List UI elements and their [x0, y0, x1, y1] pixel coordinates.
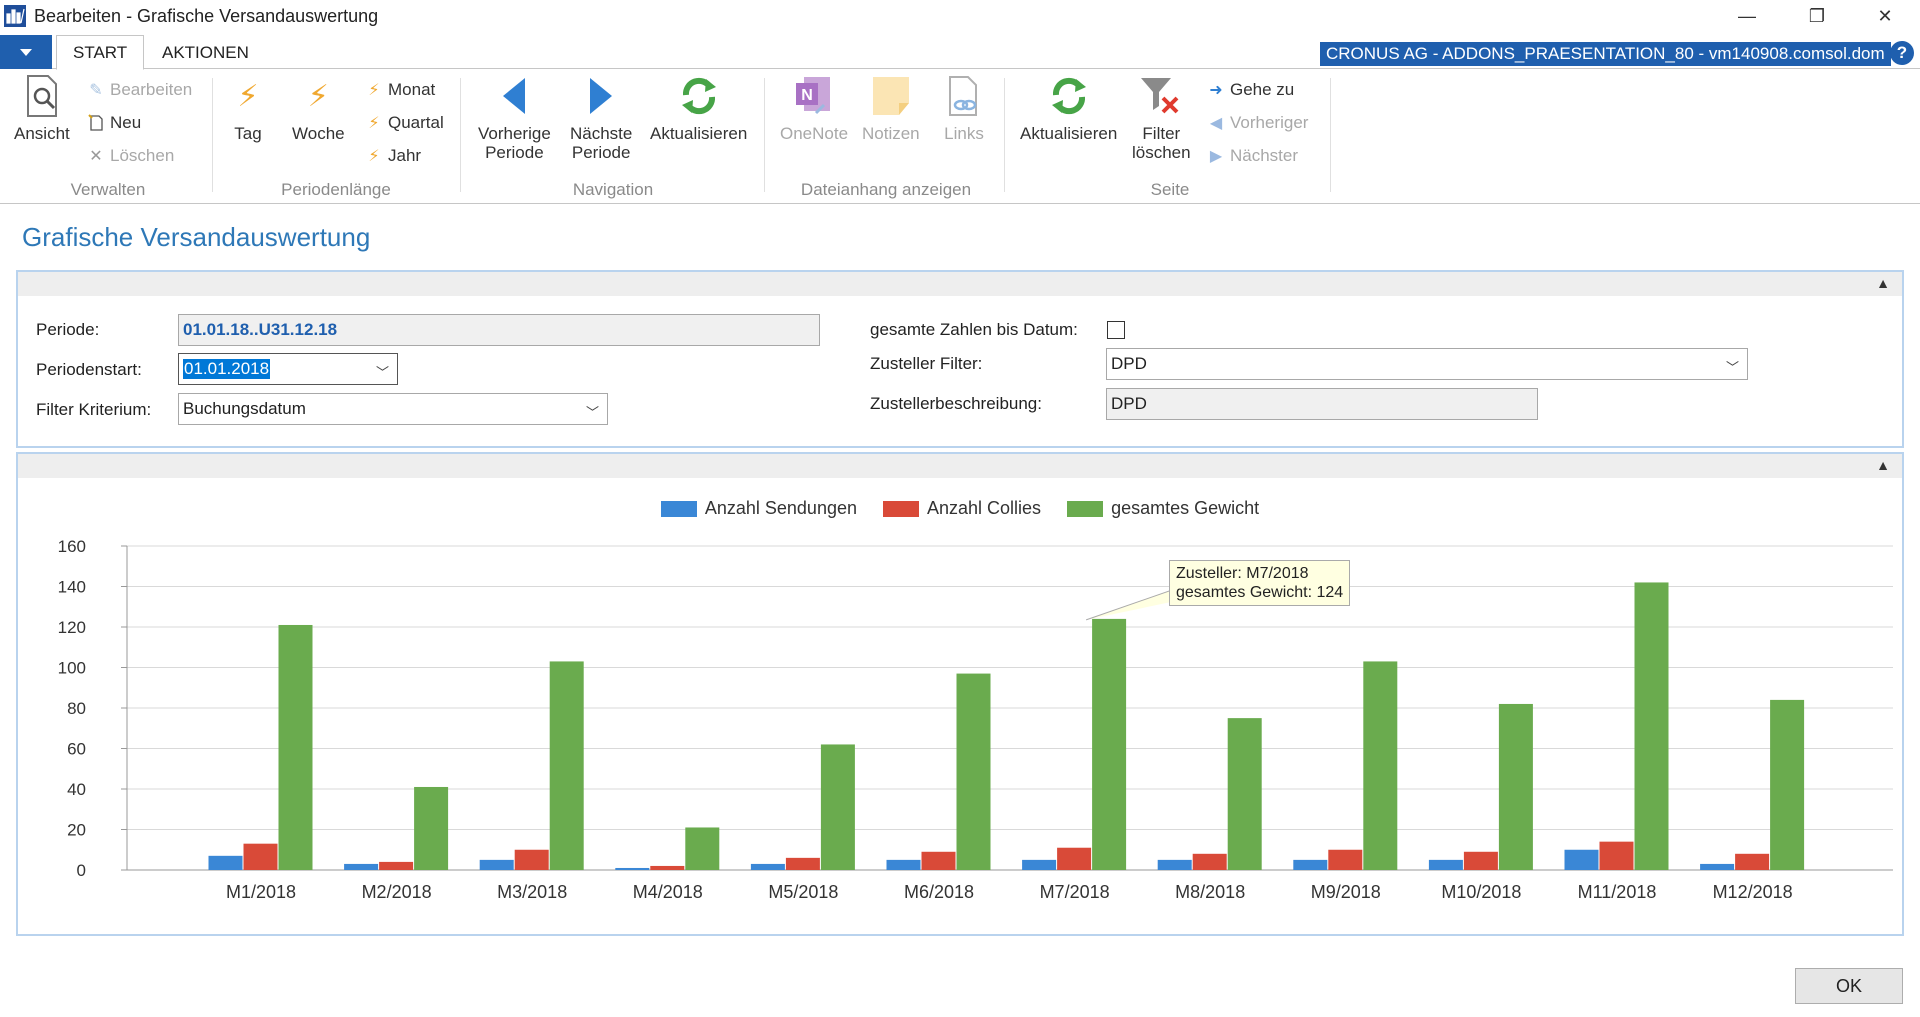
y-tick-label: 80 [67, 699, 86, 718]
bar [1092, 618, 1127, 870]
bar [1157, 859, 1192, 870]
y-tick-label: 0 [77, 861, 86, 880]
bar [1428, 859, 1463, 870]
bar [1634, 582, 1669, 870]
bar [1192, 853, 1227, 870]
x-tick-label: M12/2018 [1713, 882, 1793, 902]
y-tick-label: 40 [67, 780, 86, 799]
bar [208, 855, 243, 870]
bar [1293, 859, 1328, 870]
x-tick-label: M6/2018 [904, 882, 974, 902]
x-tick-label: M1/2018 [226, 882, 296, 902]
x-tick-label: M10/2018 [1441, 882, 1521, 902]
shipment-bar-chart: 0 20 40 60 80 100 120 140 160 M1/2018 M2/2018 M3/20… [58, 537, 1893, 902]
bar [1227, 718, 1262, 870]
x-tick-label: M2/2018 [362, 882, 432, 902]
tooltip-line: gesamtes Gewicht: 124 [1176, 584, 1344, 601]
bar [956, 673, 991, 870]
bar [886, 859, 921, 870]
bar [1328, 849, 1363, 870]
bar [785, 857, 820, 870]
bar [278, 624, 313, 870]
bar [344, 863, 379, 870]
bar [1735, 853, 1770, 870]
bar [615, 867, 650, 870]
bar [243, 843, 278, 870]
bar [1463, 851, 1498, 870]
x-tick-label: M5/2018 [768, 882, 838, 902]
bar [685, 827, 720, 870]
bar [1599, 841, 1634, 870]
bar [921, 851, 956, 870]
bar [750, 863, 785, 870]
bar [650, 865, 685, 870]
x-tick-label: M9/2018 [1311, 882, 1381, 902]
bar [820, 744, 855, 870]
bar [514, 849, 549, 870]
bar [1564, 849, 1599, 870]
y-tick-label: 60 [67, 740, 86, 759]
x-tick-label: M11/2018 [1578, 882, 1657, 902]
y-tick-label: 140 [58, 578, 86, 597]
x-tick-label: M7/2018 [1040, 882, 1110, 902]
bar [1700, 863, 1735, 870]
bar [1022, 859, 1057, 870]
x-tick-label: M3/2018 [497, 882, 567, 902]
ok-button[interactable]: OK [1795, 968, 1903, 1004]
bar [414, 786, 449, 870]
x-tick-label: M4/2018 [633, 882, 703, 902]
bar [379, 861, 414, 870]
bar [1057, 847, 1092, 870]
chart-tooltip: Zusteller: M7/2018 gesamtes Gewicht: 124 [1169, 560, 1351, 606]
bar [549, 661, 584, 870]
y-tick-label: 160 [58, 537, 86, 556]
y-tick-label: 20 [67, 821, 86, 840]
bar [1770, 699, 1805, 870]
bar [1498, 703, 1533, 870]
y-tick-label: 120 [58, 618, 86, 637]
bar [479, 859, 514, 870]
y-tick-label: 100 [58, 659, 86, 678]
x-tick-label: M8/2018 [1175, 882, 1245, 902]
tooltip-line: Zusteller: M7/2018 [1176, 565, 1309, 582]
bar [1363, 661, 1398, 870]
